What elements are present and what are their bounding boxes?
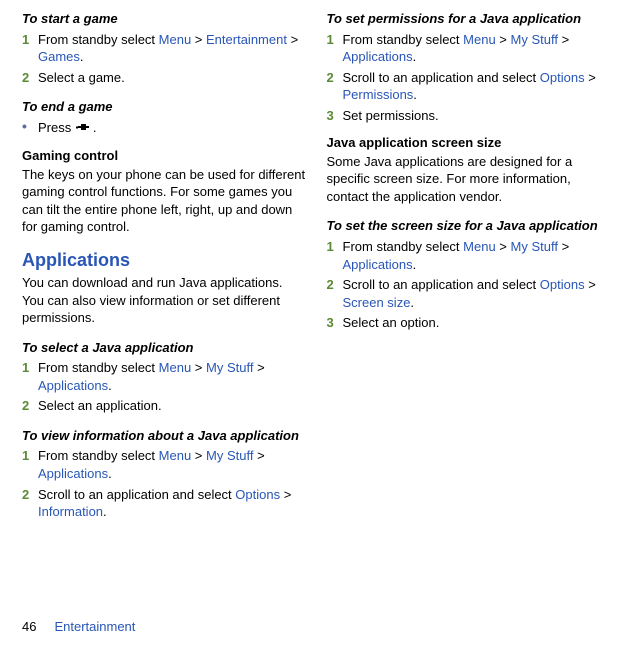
step-2: 2 Scroll to an application and select Op… — [327, 276, 612, 311]
link-mystuff: My Stuff — [206, 448, 253, 463]
step-text: From standby select Menu > My Stuff > Ap… — [38, 447, 307, 482]
step-text: Scroll to an application and select Opti… — [38, 486, 307, 521]
link-menu: Menu — [159, 32, 192, 47]
heading-applications: Applications — [22, 248, 307, 272]
link-entertainment: Entertainment — [206, 32, 287, 47]
link-menu: Menu — [159, 448, 192, 463]
step-number: 1 — [22, 447, 35, 482]
footer-section: Entertainment — [54, 619, 135, 634]
step-number: 3 — [327, 107, 340, 125]
step-number: 1 — [327, 31, 340, 66]
step-1: 1 From standby select Menu > My Stuff > … — [327, 238, 612, 273]
step-number: 2 — [22, 69, 35, 87]
step-2: 2 Select a game. — [22, 69, 307, 87]
paragraph: You can download and run Java applicatio… — [22, 274, 307, 327]
step-text: From standby select Menu > Entertainment… — [38, 31, 307, 66]
step-2: 2 Scroll to an application and select Op… — [22, 486, 307, 521]
heading-select-java: To select a Java application — [22, 339, 307, 357]
link-information: Information — [38, 504, 103, 519]
step-text: Select an option. — [343, 314, 612, 332]
step-1: 1 From standby select Menu > Entertainme… — [22, 31, 307, 66]
step-number: 2 — [22, 397, 35, 415]
step-text: From standby select Menu > My Stuff > Ap… — [38, 359, 307, 394]
heading-set-screen-size: To set the screen size for a Java applic… — [327, 217, 612, 235]
step-text: Scroll to an application and select Opti… — [343, 69, 612, 104]
step-text: Select a game. — [38, 69, 307, 87]
link-mystuff: My Stuff — [206, 360, 253, 375]
step-2: 2 Select an application. — [22, 397, 307, 415]
heading-screen-size: Java application screen size — [327, 134, 612, 152]
step-text: Scroll to an application and select Opti… — [343, 276, 612, 311]
right-column: To set permissions for a Java applicatio… — [327, 10, 612, 524]
link-games: Games — [38, 49, 80, 64]
step-number: 2 — [327, 69, 340, 104]
step-number: 2 — [22, 486, 35, 521]
step-1: 1 From standby select Menu > My Stuff > … — [327, 31, 612, 66]
heading-set-permissions: To set permissions for a Java applicatio… — [327, 10, 612, 28]
link-screen-size: Screen size — [343, 295, 411, 310]
step-text: Select an application. — [38, 397, 307, 415]
bullet-icon: • — [22, 119, 35, 137]
step-text: From standby select Menu > My Stuff > Ap… — [343, 31, 612, 66]
heading-view-info: To view information about a Java applica… — [22, 427, 307, 445]
step-text: Set permissions. — [343, 107, 612, 125]
heading-start-game: To start a game — [22, 10, 307, 28]
link-permissions: Permissions — [343, 87, 414, 102]
step-2: 2 Scroll to an application and select Op… — [327, 69, 612, 104]
link-applications: Applications — [38, 466, 108, 481]
step-number: 1 — [22, 359, 35, 394]
link-options: Options — [540, 70, 585, 85]
link-mystuff: My Stuff — [511, 239, 558, 254]
step-number: 1 — [327, 238, 340, 273]
link-applications: Applications — [38, 378, 108, 393]
link-applications: Applications — [343, 257, 413, 272]
page-footer: 46 Entertainment — [22, 618, 135, 636]
link-mystuff: My Stuff — [511, 32, 558, 47]
step-text: From standby select Menu > My Stuff > Ap… — [343, 238, 612, 273]
step-1: 1 From standby select Menu > My Stuff > … — [22, 359, 307, 394]
step-3: 3 Select an option. — [327, 314, 612, 332]
link-menu: Menu — [463, 239, 496, 254]
step-number: 3 — [327, 314, 340, 332]
page-number: 46 — [22, 619, 36, 634]
step-3: 3 Set permissions. — [327, 107, 612, 125]
link-menu: Menu — [463, 32, 496, 47]
heading-gaming-control: Gaming control — [22, 147, 307, 165]
step-text: Press . — [38, 119, 307, 137]
step-number: 2 — [327, 276, 340, 311]
link-options: Options — [540, 277, 585, 292]
left-column: To start a game 1 From standby select Me… — [22, 10, 307, 524]
link-applications: Applications — [343, 49, 413, 64]
bullet-step: • Press . — [22, 119, 307, 137]
end-key-icon — [75, 120, 93, 138]
step-1: 1 From standby select Menu > My Stuff > … — [22, 447, 307, 482]
step-number: 1 — [22, 31, 35, 66]
link-menu: Menu — [159, 360, 192, 375]
heading-end-game: To end a game — [22, 98, 307, 116]
link-options: Options — [235, 487, 280, 502]
paragraph: The keys on your phone can be used for d… — [22, 166, 307, 236]
paragraph: Some Java applications are designed for … — [327, 153, 612, 206]
